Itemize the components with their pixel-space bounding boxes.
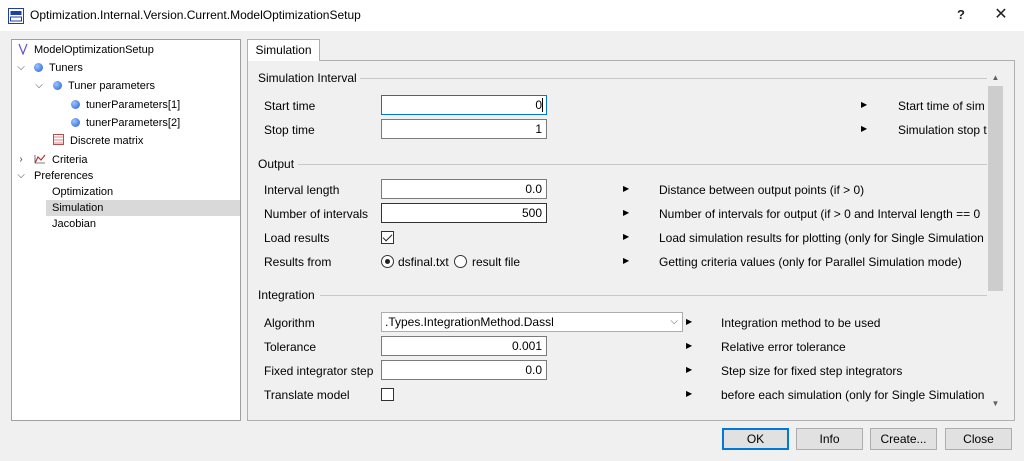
tree-label: Optimization xyxy=(52,186,114,198)
expand-arrow-icon[interactable]: ▶ xyxy=(686,316,692,328)
group-divider xyxy=(320,295,987,296)
fixed-step-input[interactable]: 0.0 xyxy=(381,360,547,380)
expand-arrow-icon[interactable]: ▶ xyxy=(861,123,867,135)
tuner-icon xyxy=(34,63,43,72)
tree-label: tunerParameters[1] xyxy=(86,99,181,111)
tuner-icon xyxy=(53,81,62,90)
tolerance-description: Relative error tolerance xyxy=(721,340,846,354)
algorithm-select[interactable]: .Types.IntegrationMethod.Dassl ⌵ xyxy=(381,312,683,332)
start-time-description: Start time of sim xyxy=(898,99,985,113)
tree-label: Preferences xyxy=(34,170,94,182)
chevron-down-icon: ⌵ xyxy=(670,316,678,327)
number-of-intervals-label: Number of intervals xyxy=(264,207,369,221)
tab-simulation[interactable]: Simulation xyxy=(247,39,320,61)
expand-arrow-icon[interactable]: ▶ xyxy=(861,99,867,111)
tree-item-criteria[interactable]: Criteria xyxy=(34,152,87,168)
criteria-icon xyxy=(34,154,46,164)
tree-label: Discrete matrix xyxy=(70,135,144,147)
title-bar: Optimization.Internal.Version.Current.Mo… xyxy=(0,0,1024,31)
results-from-description: Getting criteria values (only for Parall… xyxy=(659,255,962,269)
model-icon xyxy=(18,43,28,55)
load-results-description: Load simulation results for plotting (on… xyxy=(659,231,984,245)
interval-length-label: Interval length xyxy=(264,183,340,197)
tree-label: tunerParameters[2] xyxy=(86,117,181,129)
results-file-radio[interactable] xyxy=(454,255,467,268)
load-results-label: Load results xyxy=(264,231,330,245)
collapse-tuners-icon[interactable]: ⌵ xyxy=(16,60,26,76)
start-time-label: Start time xyxy=(264,99,316,113)
tree-item-tuners[interactable]: Tuners xyxy=(34,60,83,76)
tree-item-tuner-param-2[interactable]: tunerParameters[2] xyxy=(71,115,180,131)
start-time-input[interactable]: 0 xyxy=(381,95,547,115)
simulation-panel: Simulation Interval Start time 0 ▶ Start… xyxy=(247,60,1015,421)
translate-model-checkbox[interactable] xyxy=(381,388,394,401)
algorithm-label: Algorithm xyxy=(264,316,315,330)
group-simulation-interval: Simulation Interval xyxy=(258,71,357,85)
expand-criteria-icon[interactable]: › xyxy=(16,152,26,168)
tolerance-input[interactable]: 0.001 xyxy=(381,336,547,356)
stop-time-description: Simulation stop t xyxy=(898,123,987,137)
scroll-down-icon[interactable]: ▼ xyxy=(987,395,1004,412)
matrix-icon xyxy=(53,134,64,145)
algorithm-description: Integration method to be used xyxy=(721,316,881,330)
tree-item-tuner-param-1[interactable]: tunerParameters[1] xyxy=(71,97,180,113)
tree-item-preferences[interactable]: Preferences xyxy=(34,168,93,184)
parameter-icon xyxy=(71,118,80,127)
group-divider xyxy=(360,78,987,79)
results-file-label: result file xyxy=(472,255,521,269)
fixed-step-label: Fixed integrator step xyxy=(264,364,374,378)
close-window-button[interactable]: ✕ xyxy=(978,0,1024,31)
interval-length-input[interactable]: 0.0 xyxy=(381,179,547,199)
tree-label: Jacobian xyxy=(52,218,97,230)
tree-label: ModelOptimizationSetup xyxy=(34,44,154,56)
group-integration: Integration xyxy=(258,288,315,302)
number-of-intervals-description: Number of intervals for output (if > 0 a… xyxy=(659,207,981,221)
collapse-tuner-parameters-icon[interactable]: ⌵ xyxy=(34,78,44,94)
results-dsfinal-radio[interactable] xyxy=(381,255,394,268)
expand-arrow-icon[interactable]: ▶ xyxy=(686,340,692,352)
tree-label: Tuners xyxy=(49,62,83,74)
tree-label: Simulation xyxy=(52,202,104,214)
app-icon xyxy=(8,8,24,24)
info-button[interactable]: Info xyxy=(796,428,863,450)
tree-label: Criteria xyxy=(52,154,88,166)
expand-arrow-icon[interactable]: ▶ xyxy=(623,255,629,267)
parameter-icon xyxy=(71,100,80,109)
settings-content: Simulation Interval Start time 0 ▶ Start… xyxy=(248,61,987,420)
interval-length-description: Distance between output points (if > 0) xyxy=(659,183,865,197)
vertical-scrollbar[interactable]: ▲ ▼ xyxy=(987,69,1004,412)
window-title: Optimization.Internal.Version.Current.Mo… xyxy=(30,8,361,22)
tree-item-root[interactable]: ModelOptimizationSetup xyxy=(18,42,154,58)
translate-model-description: before each simulation (only for Single … xyxy=(721,388,985,402)
ok-button[interactable]: OK xyxy=(722,428,789,450)
close-button[interactable]: Close xyxy=(945,428,1012,450)
expand-arrow-icon[interactable]: ▶ xyxy=(623,183,629,195)
tolerance-label: Tolerance xyxy=(264,340,317,354)
stop-time-label: Stop time xyxy=(264,123,315,137)
results-from-label: Results from xyxy=(264,255,332,269)
load-results-checkbox[interactable] xyxy=(381,231,394,244)
expand-arrow-icon[interactable]: ▶ xyxy=(686,388,692,400)
group-divider xyxy=(298,164,987,165)
expand-arrow-icon[interactable]: ▶ xyxy=(623,207,629,219)
tree-item-simulation[interactable]: Simulation xyxy=(46,200,240,216)
tree-label: Tuner parameters xyxy=(68,80,156,92)
tree-item-discrete-matrix[interactable]: Discrete matrix xyxy=(53,133,143,149)
tree-item-tuner-parameters[interactable]: Tuner parameters xyxy=(53,78,155,94)
scroll-thumb[interactable] xyxy=(988,86,1003,291)
tree-item-optimization[interactable]: Optimization xyxy=(52,184,113,200)
create-button[interactable]: Create... xyxy=(870,428,937,450)
collapse-preferences-icon[interactable]: ⌵ xyxy=(16,168,26,184)
tree-item-jacobian[interactable]: Jacobian xyxy=(52,216,96,232)
translate-model-label: Translate model xyxy=(264,388,350,402)
navigation-tree[interactable]: ModelOptimizationSetup ⌵ Tuners ⌵ Tuner … xyxy=(11,39,241,421)
number-of-intervals-input[interactable]: 500 xyxy=(381,203,547,223)
fixed-step-description: Step size for fixed step integrators xyxy=(721,364,903,378)
expand-arrow-icon[interactable]: ▶ xyxy=(623,231,629,243)
scroll-up-icon[interactable]: ▲ xyxy=(987,69,1004,86)
stop-time-input[interactable]: 1 xyxy=(381,119,547,139)
results-dsfinal-label: dsfinal.txt xyxy=(398,255,449,269)
group-output: Output xyxy=(258,157,295,171)
expand-arrow-icon[interactable]: ▶ xyxy=(686,364,692,376)
